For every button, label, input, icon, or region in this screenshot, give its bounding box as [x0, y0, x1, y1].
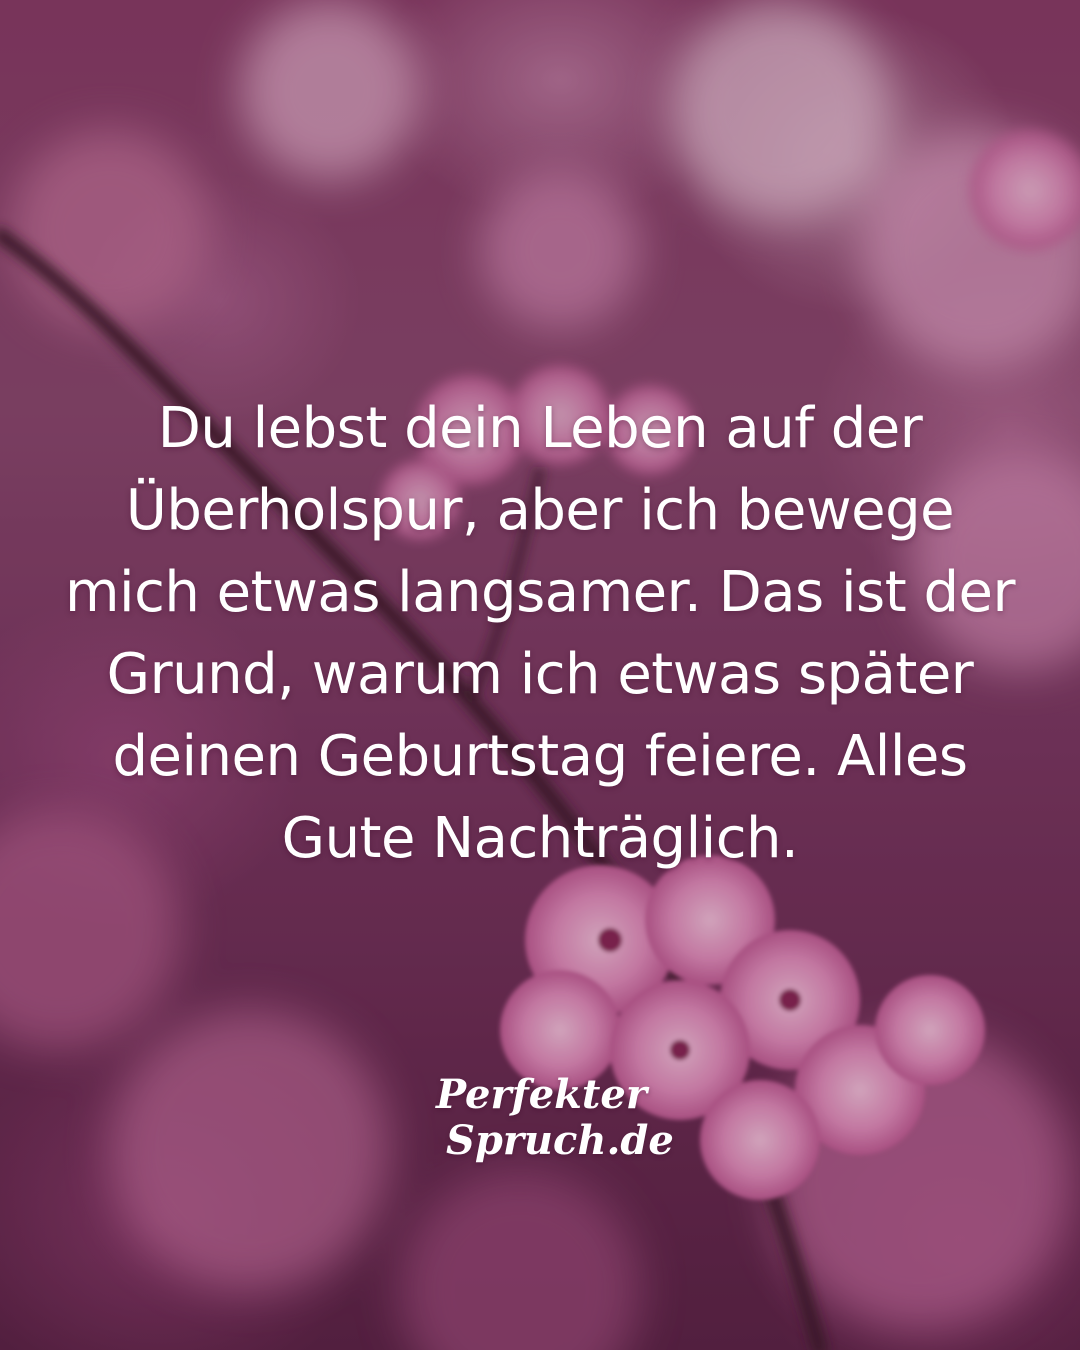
- quote-image: Du lebst dein Leben auf der Überholspur,…: [0, 0, 1080, 1350]
- quote-line: Grund, warum ich etwas später: [106, 642, 974, 707]
- brand-logo: Perfekter Spruch.de: [430, 1071, 674, 1164]
- logo-line-1: Perfekter: [436, 1071, 647, 1118]
- quote-line: deinen Geburtstag feiere. Alles: [112, 724, 968, 789]
- logo-line-2: Spruch.de: [446, 1117, 674, 1164]
- quote-text: Du lebst dein Leben auf der Überholspur,…: [40, 388, 1040, 880]
- quote-line: Gute Nachträglich.: [281, 806, 799, 871]
- quote-line: mich etwas langsamer. Das ist der: [64, 560, 1016, 625]
- quote-line: Du lebst dein Leben auf der: [157, 396, 923, 461]
- quote-line: Überholspur, aber ich bewege: [125, 478, 955, 543]
